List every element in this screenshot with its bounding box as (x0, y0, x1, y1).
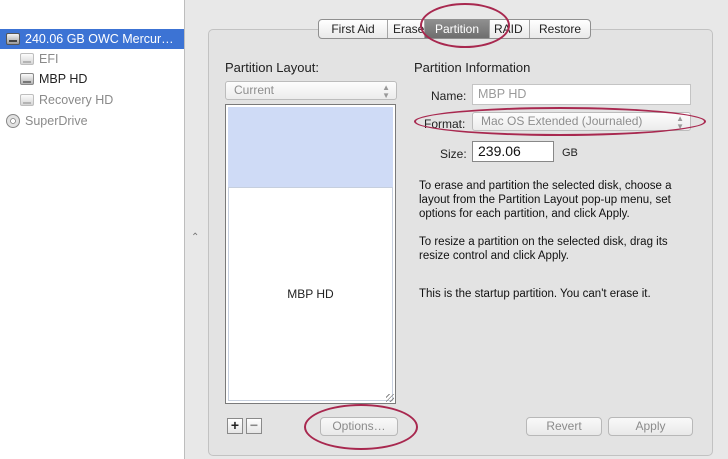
sidebar-item-efi[interactable]: EFI (0, 49, 184, 69)
revert-button[interactable]: Revert (526, 417, 602, 436)
apply-button[interactable]: Apply (608, 417, 693, 436)
format-value: Mac OS Extended (Journaled) (481, 114, 643, 128)
popup-arrows-icon: ▲ ▼ (382, 83, 390, 100)
popup-arrows-icon: ▲ ▼ (676, 114, 684, 131)
name-label: Name: (431, 89, 467, 103)
partition-block-label: MBP HD (287, 287, 334, 301)
sidebar-item-label: EFI (39, 52, 59, 66)
sidebar-item-recovery-hd[interactable]: Recovery HD (0, 90, 184, 110)
tab-restore[interactable]: Restore (530, 20, 590, 38)
sidebar-item-label: MBP HD (39, 72, 88, 86)
partition-map[interactable]: MBP HD (225, 104, 396, 404)
size-field[interactable]: 239.06 (472, 141, 554, 162)
name-field[interactable]: MBP HD (472, 84, 691, 105)
resize-instructions: To resize a partition on the selected di… (419, 236, 668, 262)
free-space-region[interactable] (228, 107, 393, 187)
tab-partition[interactable]: Partition (425, 20, 490, 38)
remove-partition-button[interactable]: − (246, 418, 262, 434)
volume-icon (20, 94, 34, 106)
partition-block[interactable]: MBP HD (228, 187, 393, 401)
sidebar-item-mbp-hd[interactable]: MBP HD (0, 69, 184, 89)
partition-layout-value: Current (234, 83, 275, 97)
tab-erase[interactable]: Erase (388, 20, 425, 38)
sidebar-item-label: SuperDrive (25, 114, 88, 128)
options-button[interactable]: Options… (320, 417, 398, 436)
resize-grip-icon[interactable] (386, 394, 394, 402)
volume-icon (20, 53, 34, 65)
size-unit: GB (562, 147, 578, 159)
add-partition-button[interactable]: + (227, 418, 243, 434)
optical-drive-icon (6, 114, 20, 128)
volume-icon (20, 73, 34, 85)
format-popup[interactable]: Mac OS Extended (Journaled) ▲ ▼ (472, 112, 691, 131)
hard-drive-icon (6, 33, 20, 45)
partition-layout-popup[interactable]: Current ▲ ▼ (225, 81, 397, 100)
partition-information-heading: Partition Information (414, 60, 531, 75)
size-label: Size: (440, 147, 467, 161)
sidebar-item-label: 240.06 GB OWC Mercur… (25, 32, 174, 46)
sidebar-item-superdrive[interactable]: SuperDrive (0, 111, 184, 131)
sidebar-item-label: Recovery HD (39, 93, 114, 107)
partition-layout-heading: Partition Layout: (225, 60, 319, 75)
sidebar: 240.06 GB OWC Mercur… EFI MBP HD Recover… (0, 0, 185, 459)
format-label: Format: (424, 117, 466, 131)
split-view-resize-handle[interactable]: ⌃ (191, 232, 199, 243)
sidebar-item-disk[interactable]: 240.06 GB OWC Mercur… (0, 29, 184, 49)
tab-bar: First Aid Erase Partition RAID Restore (318, 19, 591, 39)
startup-partition-note: This is the startup partition. You can't… (419, 288, 651, 300)
tab-raid[interactable]: RAID (490, 20, 530, 38)
tab-first-aid[interactable]: First Aid (319, 20, 388, 38)
partition-instructions: To erase and partition the selected disk… (419, 180, 672, 220)
